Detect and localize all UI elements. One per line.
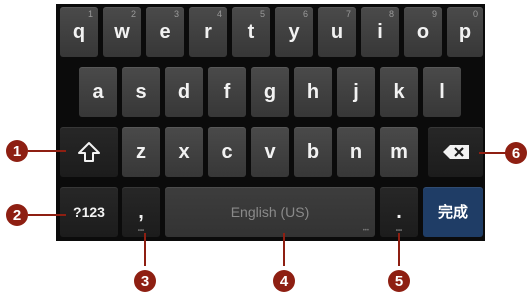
key-q[interactable]: q 1 [60, 7, 98, 57]
key-a[interactable]: a [79, 67, 117, 117]
key-label: z [136, 141, 146, 163]
key-x[interactable]: x [165, 127, 203, 177]
callout-badge-3: 3 [134, 270, 156, 292]
key-z[interactable]: z [122, 127, 160, 177]
key-label: c [221, 141, 233, 163]
key-w[interactable]: w 2 [103, 7, 141, 57]
period-key[interactable]: . ••• [380, 187, 418, 237]
key-n[interactable]: n [337, 127, 375, 177]
shift-icon [77, 141, 101, 163]
key-j[interactable]: j [337, 67, 375, 117]
backspace-icon [442, 144, 470, 160]
key-label: a [92, 81, 104, 103]
key-label: l [439, 81, 445, 103]
callout-badge-2: 2 [6, 204, 28, 226]
key-label: v [264, 141, 276, 163]
key-hint: 4 [216, 9, 222, 19]
key-hint: 6 [302, 9, 308, 19]
key-label: p [458, 21, 472, 43]
key-label: q [72, 21, 86, 43]
key-label: s [135, 81, 147, 103]
backspace-key[interactable] [428, 127, 483, 177]
shift-key[interactable] [60, 127, 118, 177]
key-r[interactable]: r 4 [189, 7, 227, 57]
key-hint: 0 [472, 9, 478, 19]
space-key[interactable]: English (US) ••• [165, 187, 375, 237]
key-label: d [177, 81, 191, 103]
symbols-key[interactable]: ?123 [60, 187, 118, 237]
key-hint: 3 [173, 9, 179, 19]
key-label: m [390, 141, 408, 163]
key-dots: ••• [362, 228, 369, 234]
key-label: u [330, 21, 344, 43]
key-f[interactable]: f [208, 67, 246, 117]
key-v[interactable]: v [251, 127, 289, 177]
key-h[interactable]: h [294, 67, 332, 117]
key-label: f [223, 81, 231, 103]
callout-line-2 [28, 214, 66, 216]
key-label: b [306, 141, 320, 163]
period-key-label: . [396, 201, 402, 223]
callout-line-1 [28, 150, 66, 152]
key-l[interactable]: l [423, 67, 461, 117]
callout-badge-4: 4 [273, 270, 295, 292]
comma-key[interactable]: , ••• [122, 187, 160, 237]
key-y[interactable]: y 6 [275, 7, 313, 57]
key-t[interactable]: t 5 [232, 7, 270, 57]
key-e[interactable]: e 3 [146, 7, 184, 57]
keyboard: q 1 w 2 e 3 r 4 t 5 y 6 u 7 i 8 o 9 p 0 … [56, 4, 485, 241]
callout-badge-6: 6 [505, 142, 527, 164]
callout-badge-5: 5 [388, 270, 410, 292]
key-hint: 2 [130, 9, 136, 19]
key-d[interactable]: d [165, 67, 203, 117]
key-label: w [114, 21, 130, 43]
symbols-key-label: ?123 [73, 204, 105, 220]
key-hint: 5 [259, 9, 265, 19]
key-s[interactable]: s [122, 67, 160, 117]
key-label: y [288, 21, 300, 43]
key-hint: 1 [87, 9, 93, 19]
key-label: g [263, 81, 277, 103]
key-label: o [416, 21, 430, 43]
key-hint: 9 [431, 9, 437, 19]
callout-line-4 [283, 233, 285, 266]
comma-key-label: , [138, 201, 144, 223]
key-c[interactable]: c [208, 127, 246, 177]
key-label: i [377, 21, 383, 43]
key-label: e [159, 21, 171, 43]
done-key-label: 完成 [437, 203, 468, 221]
key-label: x [178, 141, 190, 163]
key-p[interactable]: p 0 [447, 7, 483, 57]
callout-line-5 [398, 233, 400, 266]
key-hint: 8 [388, 9, 394, 19]
space-key-label: English (US) [230, 204, 310, 220]
key-k[interactable]: k [380, 67, 418, 117]
key-u[interactable]: u 7 [318, 7, 356, 57]
done-key[interactable]: 完成 [423, 187, 483, 237]
callout-line-3 [144, 233, 146, 266]
key-m[interactable]: m [380, 127, 418, 177]
key-label: t [247, 21, 255, 43]
key-hint: 7 [345, 9, 351, 19]
key-b[interactable]: b [294, 127, 332, 177]
key-label: j [353, 81, 359, 103]
callout-badge-1: 1 [6, 140, 28, 162]
key-o[interactable]: o 9 [404, 7, 442, 57]
key-g[interactable]: g [251, 67, 289, 117]
key-label: h [306, 81, 320, 103]
key-label: n [349, 141, 363, 163]
key-label: r [204, 21, 212, 43]
key-label: k [393, 81, 405, 103]
key-i[interactable]: i 8 [361, 7, 399, 57]
